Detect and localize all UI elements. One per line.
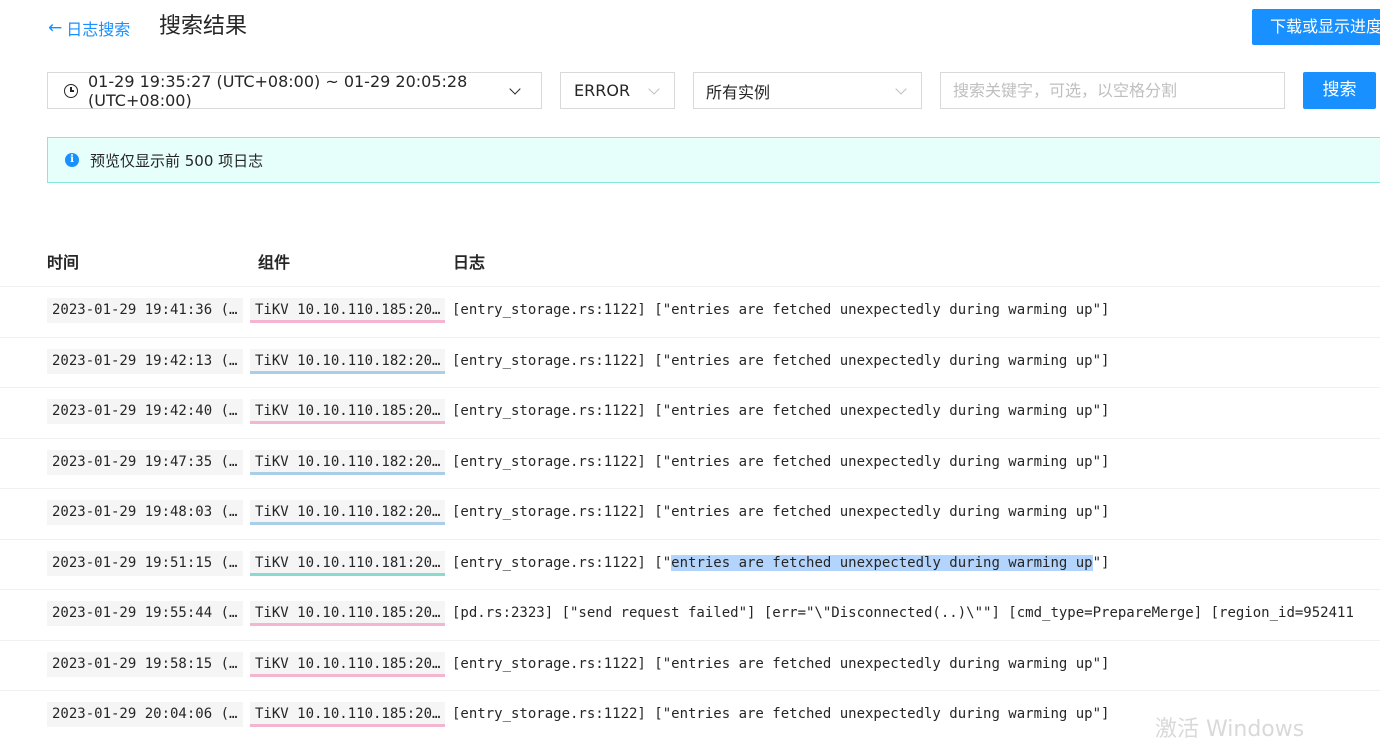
table-row[interactable]: 2023-01-29 19:42:40 (UTC+08:00) TiKV 10.1…	[0, 387, 1380, 437]
back-link-label: 日志搜索	[66, 20, 131, 39]
column-header-time: 时间	[47, 253, 80, 272]
log-time: 2023-01-29 19:58:15 (UTC+08:00)	[47, 651, 243, 677]
log-component: TiKV 10.10.110.185:20160	[250, 601, 445, 626]
log-message: [entry_storage.rs:1122] ["entries are fe…	[452, 453, 1110, 470]
table-row[interactable]: 2023-01-29 19:51:15 (UTC+08:00) TiKV 10.1…	[0, 538, 1380, 589]
preview-limit-alert: i 预览仅显示前 500 项日志	[47, 137, 1380, 183]
back-to-log-search-link[interactable]: ← 日志搜索	[48, 16, 130, 40]
selected-text: entries are fetched unexpectedly during …	[671, 554, 1093, 571]
log-time: 2023-01-29 20:04:06 (UTC+08:00)	[47, 702, 243, 727]
log-component: TiKV 10.10.110.181:20160	[250, 550, 445, 576]
log-component: TiKV 10.10.110.182:20160	[250, 449, 445, 475]
column-header-component: 组件	[258, 253, 291, 272]
log-time: 2023-01-29 19:47:35 (UTC+08:00)	[47, 449, 243, 475]
log-text-part: "]	[1092, 554, 1110, 571]
log-component: TiKV 10.10.110.182:20160	[250, 348, 445, 374]
keyword-search-input[interactable]	[940, 72, 1285, 109]
log-message: [entry_storage.rs:1122] ["entries are fe…	[452, 302, 1110, 318]
arrow-left-icon: ←	[48, 17, 63, 38]
table-row[interactable]: 2023-01-29 19:48:03 (UTC+08:00) TiKV 10.1…	[0, 488, 1380, 538]
log-message: [entry_storage.rs:1122] ["entries are fe…	[452, 551, 1380, 576]
log-time: 2023-01-29 19:55:44 (UTC+08:00)	[47, 601, 243, 626]
log-component: TiKV 10.10.110.185:20160	[250, 298, 445, 323]
search-button[interactable]: 搜索	[1303, 72, 1376, 109]
log-time: 2023-01-29 19:51:15 (UTC+08:00)	[47, 550, 243, 576]
log-time: 2023-01-29 19:42:40 (UTC+08:00)	[47, 399, 243, 424]
download-button[interactable]: 下载或显示进度	[1252, 9, 1380, 45]
log-component: TiKV 10.10.110.185:20160	[250, 651, 445, 677]
table-row[interactable]: 2023-01-29 19:55:44 (UTC+08:00) TiKV 10.1…	[0, 589, 1380, 639]
time-range-value: 01-29 19:35:27 (UTC+08:00) ~ 01-29 20:05…	[88, 71, 468, 110]
log-message: [entry_storage.rs:1122] ["entries are fe…	[452, 655, 1110, 672]
column-header-log: 日志	[453, 253, 486, 272]
chevron-down-icon	[895, 83, 907, 95]
alert-text: 预览仅显示前 500 项日志	[90, 151, 264, 170]
log-level-value: ERROR	[574, 81, 631, 100]
table-row[interactable]: 2023-01-29 19:42:13 (UTC+08:00) TiKV 10.1…	[0, 336, 1380, 387]
table-row[interactable]: 2023-01-29 19:58:15 (UTC+08:00) TiKV 10.1…	[0, 639, 1380, 690]
log-component: TiKV 10.10.110.185:20160	[250, 399, 445, 424]
time-range-picker[interactable]: 01-29 19:35:27 (UTC+08:00) ~ 01-29 20:05…	[47, 71, 542, 110]
log-component: TiKV 10.10.110.182:20160	[250, 500, 445, 525]
instance-value: 所有实例	[706, 82, 771, 102]
log-level-select[interactable]: ERROR	[560, 72, 675, 109]
table-row[interactable]: 2023-01-29 19:41:36 (UTC+08:00) TiKV 10.1…	[0, 286, 1380, 336]
log-time: 2023-01-29 19:42:13 (UTC+08:00)	[47, 348, 243, 374]
clock-icon	[64, 83, 78, 98]
activation-watermark: 激活 Windows	[1155, 717, 1305, 742]
log-message: [entry_storage.rs:1122] ["entries are fe…	[452, 403, 1110, 419]
chevron-down-icon	[648, 83, 660, 95]
table-row[interactable]: 2023-01-29 19:47:35 (UTC+08:00) TiKV 10.1…	[0, 437, 1380, 488]
log-message: [entry_storage.rs:1122] ["entries are fe…	[452, 504, 1110, 520]
page-title: 搜索结果	[159, 14, 248, 39]
log-message: [entry_storage.rs:1122] ["entries are fe…	[452, 352, 1110, 369]
log-message: [pd.rs:2323] ["send request failed"] [er…	[452, 605, 1354, 621]
instance-select[interactable]: 所有实例	[693, 72, 922, 109]
log-component: TiKV 10.10.110.185:20160	[250, 702, 445, 727]
log-time: 2023-01-29 19:41:36 (UTC+08:00)	[47, 298, 243, 323]
log-time: 2023-01-29 19:48:03 (UTC+08:00)	[47, 500, 243, 525]
log-text-part: [entry_storage.rs:1122] ["	[452, 554, 672, 571]
info-icon: i	[65, 153, 79, 167]
